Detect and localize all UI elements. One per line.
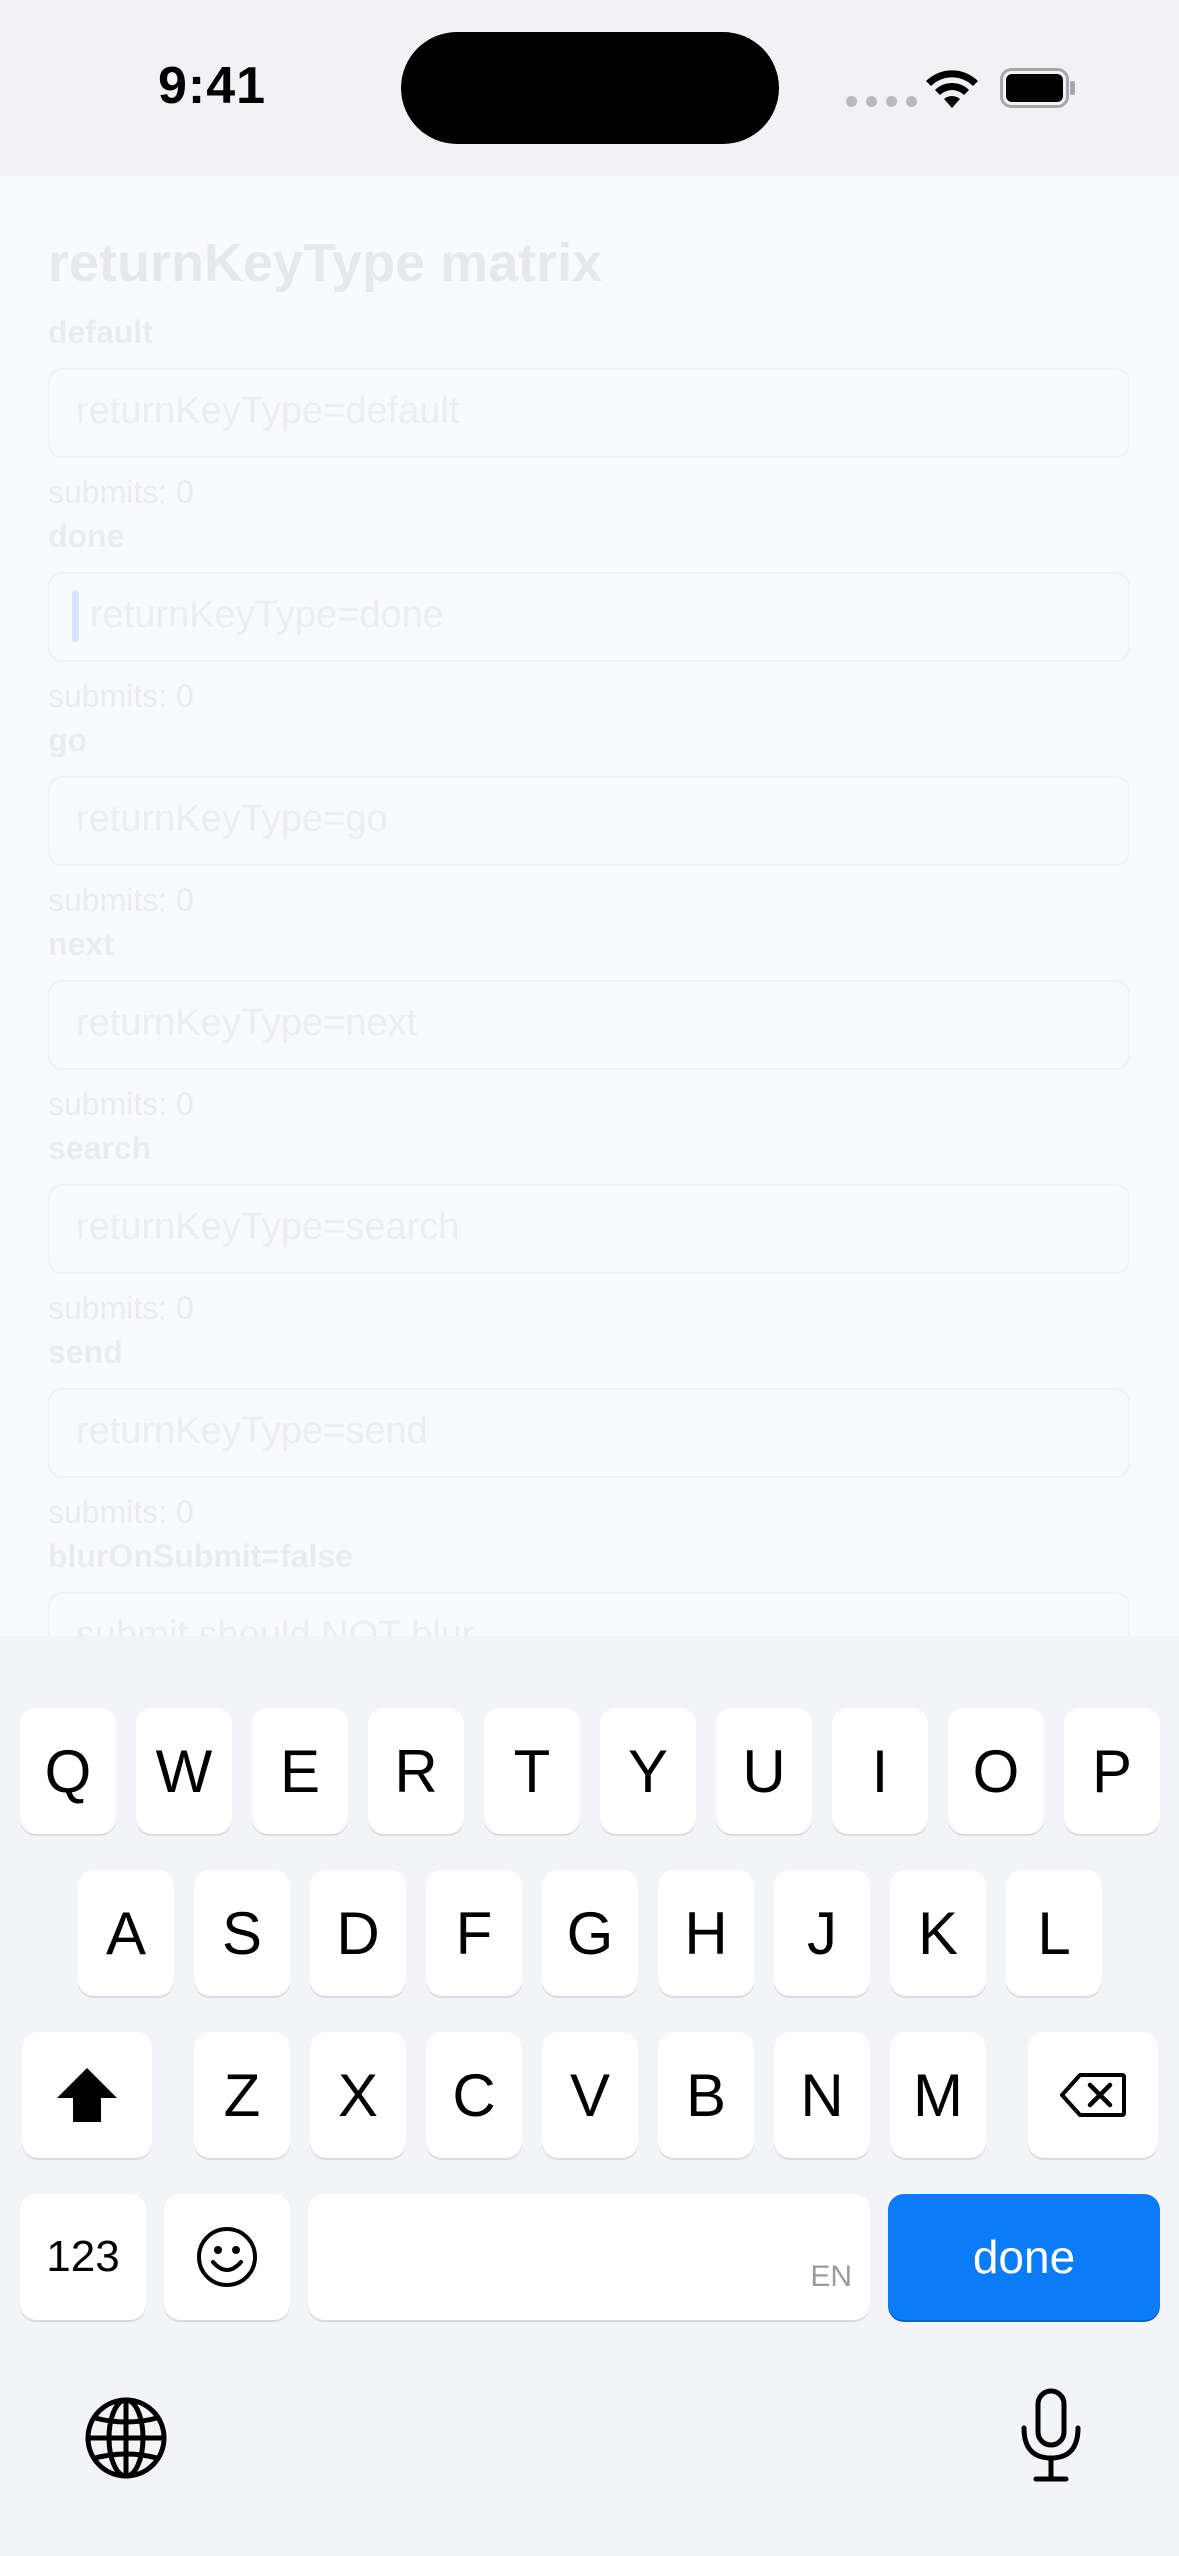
input-placeholder: returnKeyType=go — [76, 798, 388, 840]
key-r[interactable]: R — [368, 1708, 464, 1834]
shift-key[interactable] — [22, 2032, 152, 2158]
status-time: 9:41 — [158, 57, 267, 115]
input-placeholder: submit should NOT blur — [76, 1614, 475, 1636]
key-z[interactable]: Z — [194, 2032, 290, 2158]
key-d[interactable]: D — [310, 1870, 406, 1996]
key-q[interactable]: Q — [20, 1708, 116, 1834]
section-label: send — [48, 1334, 123, 1370]
microphone-icon[interactable] — [1018, 2388, 1084, 2484]
cellular-dots-icon — [846, 96, 917, 107]
text-input-default[interactable]: returnKeyType=default — [48, 368, 1130, 458]
numbers-key[interactable]: 123 — [20, 2194, 146, 2320]
key-v[interactable]: V — [542, 2032, 638, 2158]
key-y[interactable]: Y — [600, 1708, 696, 1834]
emoji-icon — [197, 2227, 257, 2287]
page-title: returnKeyType matrix — [48, 233, 603, 293]
text-input-done[interactable]: returnKeyType=done — [48, 572, 1130, 662]
key-k[interactable]: K — [890, 1870, 986, 1996]
wifi-icon — [926, 70, 978, 108]
key-x[interactable]: X — [310, 2032, 406, 2158]
key-o[interactable]: O — [948, 1708, 1044, 1834]
input-placeholder: returnKeyType=send — [76, 1410, 428, 1452]
key-m[interactable]: M — [890, 2032, 986, 2158]
section-label: blurOnSubmit=false — [48, 1538, 353, 1574]
return-key-done[interactable]: done — [888, 2194, 1160, 2320]
section-done: done returnKeyType=done submits: 0 — [48, 514, 1130, 716]
section-default: default returnKeyType=default submits: 0 — [48, 310, 1130, 512]
section-label: next — [48, 926, 114, 962]
text-input-send[interactable]: returnKeyType=send — [48, 1388, 1130, 1478]
key-f[interactable]: F — [426, 1870, 522, 1996]
key-w[interactable]: W — [136, 1708, 232, 1834]
section-label: go — [48, 722, 88, 758]
delete-key[interactable] — [1028, 2032, 1158, 2158]
key-g[interactable]: G — [542, 1870, 638, 1996]
submit-counter: submits: 0 — [48, 1494, 194, 1530]
input-placeholder: returnKeyType=done — [90, 594, 444, 636]
keyboard: Q W E R T Y U I O P A S D F G H J K L Z … — [0, 1636, 1179, 2556]
submit-counter: submits: 0 — [48, 474, 194, 510]
text-input-next[interactable]: returnKeyType=next — [48, 980, 1130, 1070]
dynamic-island — [401, 32, 779, 144]
key-j[interactable]: J — [774, 1870, 870, 1996]
section-next: next returnKeyType=next submits: 0 — [48, 922, 1130, 1124]
key-e[interactable]: E — [252, 1708, 348, 1834]
section-blur-on-submit: blurOnSubmit=false submit should NOT blu… — [48, 1534, 1130, 1636]
text-input-blur-on-submit[interactable]: submit should NOT blur — [48, 1592, 1130, 1636]
submit-counter: submits: 0 — [48, 678, 194, 714]
text-input-go[interactable]: returnKeyType=go — [48, 776, 1130, 866]
space-bar[interactable]: EN — [308, 2194, 870, 2320]
numbers-key-label: 123 — [46, 2232, 120, 2281]
section-go: go returnKeyType=go submits: 0 — [48, 718, 1130, 920]
input-placeholder: returnKeyType=next — [76, 1002, 418, 1044]
app-content: returnKeyType matrix default returnKeyTy… — [0, 176, 1179, 1636]
key-s[interactable]: S — [194, 1870, 290, 1996]
section-label: default — [48, 314, 153, 350]
key-l[interactable]: L — [1006, 1870, 1102, 1996]
key-t[interactable]: T — [484, 1708, 580, 1834]
shift-icon — [57, 2068, 117, 2122]
key-i[interactable]: I — [832, 1708, 928, 1834]
section-label: done — [48, 518, 125, 554]
key-n[interactable]: N — [774, 2032, 870, 2158]
key-a[interactable]: A — [78, 1870, 174, 1996]
text-input-search[interactable]: returnKeyType=search — [48, 1184, 1130, 1274]
key-u[interactable]: U — [716, 1708, 812, 1834]
section-search: search returnKeyType=search submits: 0 — [48, 1126, 1130, 1328]
battery-icon — [1000, 68, 1075, 108]
submit-counter: submits: 0 — [48, 1086, 194, 1122]
section-label: search — [48, 1130, 152, 1166]
submit-counter: submits: 0 — [48, 1290, 194, 1326]
input-placeholder: returnKeyType=search — [76, 1206, 460, 1248]
key-b[interactable]: B — [658, 2032, 754, 2158]
submit-counter: submits: 0 — [48, 882, 194, 918]
keyboard-language: EN — [810, 2260, 852, 2293]
section-send: send returnKeyType=send submits: 0 — [48, 1330, 1130, 1532]
delete-icon — [1060, 2073, 1126, 2117]
globe-icon[interactable] — [84, 2396, 168, 2480]
key-h[interactable]: H — [658, 1870, 754, 1996]
status-bar: 9:41 — [0, 0, 1179, 176]
emoji-key[interactable] — [164, 2194, 290, 2320]
key-p[interactable]: P — [1064, 1708, 1160, 1834]
input-placeholder: returnKeyType=default — [76, 390, 460, 432]
key-c[interactable]: C — [426, 2032, 522, 2158]
text-caret — [72, 590, 79, 642]
